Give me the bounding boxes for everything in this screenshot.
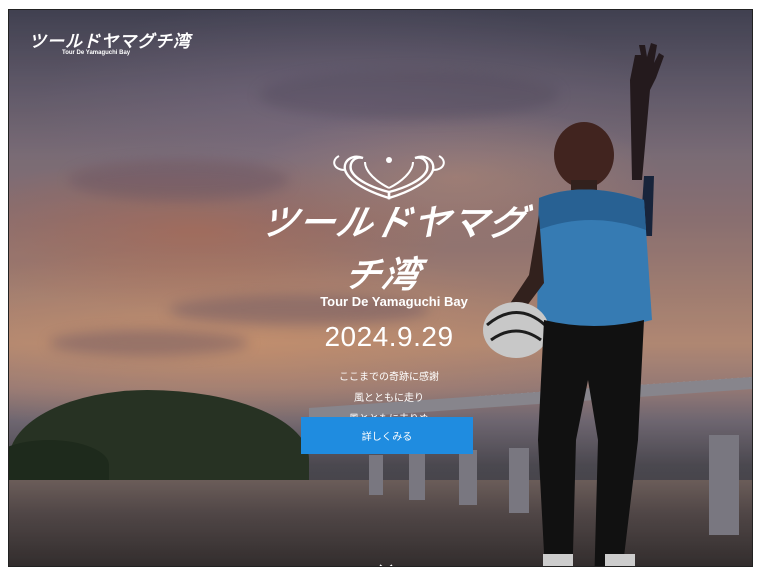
event-date: 2024.9.29 (324, 321, 454, 352)
tagline-line: 風とともに走り (354, 393, 424, 404)
details-button[interactable]: 詳しくみる (301, 417, 473, 454)
site-logo[interactable]: ツールドヤマグチ湾 Tour De Yamaguchi Bay (29, 27, 191, 56)
hero-section: ツールドヤマグチ湾 Tour De Yamaguchi Bay ツールドヤマグチ… (8, 9, 753, 567)
tagline-line: ここまでの奇跡に感謝 (339, 372, 439, 383)
brand-title: ツールドヤマグチ湾 (256, 203, 532, 296)
wing-emblem-icon (333, 155, 445, 200)
site-logo-text: ツールドヤマグチ湾 (29, 32, 191, 52)
chevron-down-icon[interactable] (379, 561, 393, 566)
hero-content: ツールドヤマグチ湾 Tour De Yamaguchi Bay 2024.9.2… (239, 152, 539, 451)
